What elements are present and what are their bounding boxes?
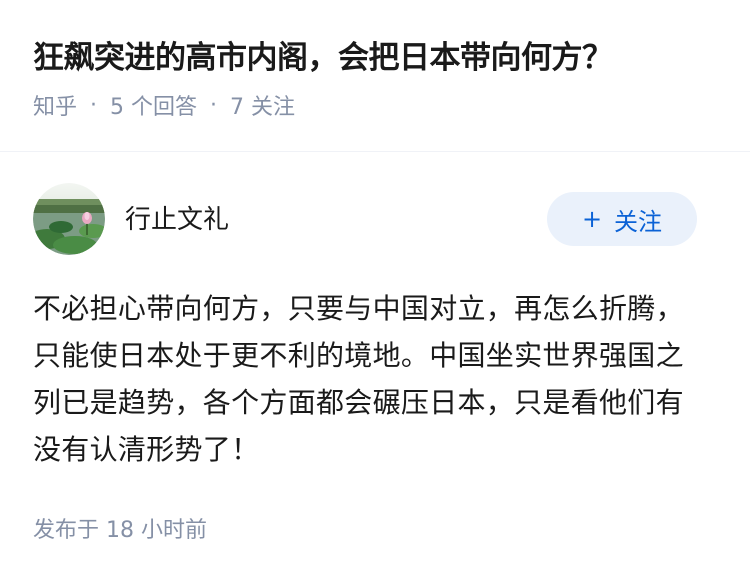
meta-separator: · <box>90 92 98 118</box>
follow-label: 关注 <box>614 207 663 236</box>
meta-separator: · <box>210 92 218 118</box>
avatar[interactable] <box>33 183 105 255</box>
author-row: 行止文礼 + 关注 <box>33 183 717 257</box>
question-title[interactable]: 狂飙突进的高市内阁，会把日本带向何方？ <box>33 0 717 80</box>
answer-card: 行止文礼 + 关注 不必担心带向何方，只要与中国对立，再怎么折腾，只能使日本处于… <box>0 183 750 473</box>
question-header: 狂飙突进的高市内阁，会把日本带向何方？ 知乎 · 5 个回答 · 7 关注 <box>0 0 750 122</box>
divider <box>0 151 750 152</box>
plus-icon: + <box>581 205 603 233</box>
publish-time: 发布于 18 小时前 <box>33 518 207 543</box>
follow-button[interactable]: + 关注 <box>547 192 697 246</box>
question-meta: 知乎 · 5 个回答 · 7 关注 <box>33 88 717 122</box>
lotus-avatar-image <box>33 183 105 255</box>
author-name[interactable]: 行止文礼 <box>125 199 229 236</box>
answer-count[interactable]: 5 个回答 <box>110 89 197 121</box>
follow-count[interactable]: 7 关注 <box>230 89 295 121</box>
question-source[interactable]: 知乎 <box>33 89 77 121</box>
page: 狂飙突进的高市内阁，会把日本带向何方？ 知乎 · 5 个回答 · 7 关注 行止… <box>0 0 750 578</box>
answer-content[interactable]: 不必担心带向何方，只要与中国对立，再怎么折腾，只能使日本处于更不利的境地。中国坐… <box>33 285 703 473</box>
